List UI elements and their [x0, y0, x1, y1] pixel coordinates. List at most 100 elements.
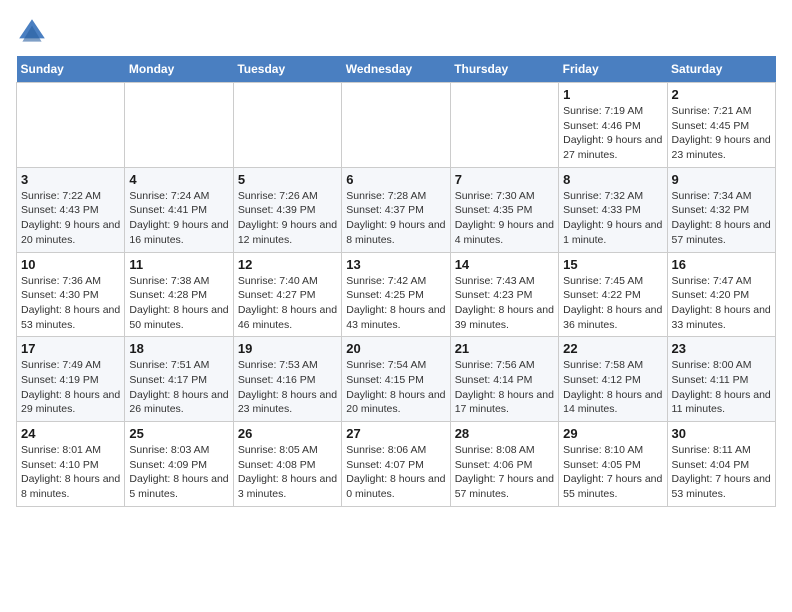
- calendar-cell: 22 Sunrise: 7:58 AM Sunset: 4:12 PM Dayli…: [559, 337, 667, 422]
- day-number: 5: [238, 172, 337, 187]
- day-info: Sunrise: 8:06 AM Sunset: 4:07 PM Dayligh…: [346, 443, 445, 502]
- day-number: 30: [672, 426, 771, 441]
- day-number: 12: [238, 257, 337, 272]
- day-number: 24: [21, 426, 120, 441]
- calendar-cell: 14Sunrise: 7:43 AM Sunset: 4:23 PM Dayli…: [450, 252, 558, 337]
- day-number: 7: [455, 172, 554, 187]
- day-info: Sunrise: 7:38 AM Sunset: 4:28 PM Dayligh…: [129, 274, 228, 333]
- day-info: Sunrise: 7:49 AM Sunset: 4:19 PM Dayligh…: [21, 358, 120, 417]
- calendar-day-header: Monday: [125, 56, 233, 83]
- calendar-cell: 25Sunrise: 8:03 AM Sunset: 4:09 PM Dayli…: [125, 422, 233, 507]
- day-info: Sunrise: 8:11 AM Sunset: 4:04 PM Dayligh…: [672, 443, 771, 502]
- day-number: 13: [346, 257, 445, 272]
- calendar-cell: 27 Sunrise: 8:06 AM Sunset: 4:07 PM Dayli…: [342, 422, 450, 507]
- calendar-cell: 29 Sunrise: 8:10 AM Sunset: 4:05 PM Dayli…: [559, 422, 667, 507]
- day-info: Sunrise: 7:32 AM Sunset: 4:33 PM Dayligh…: [563, 189, 662, 248]
- day-info: Sunrise: 7:45 AM Sunset: 4:22 PM Dayligh…: [563, 274, 662, 333]
- day-info: Sunrise: 7:40 AM Sunset: 4:27 PM Dayligh…: [238, 274, 337, 333]
- calendar-cell: 6 Sunrise: 7:28 AM Sunset: 4:37 PM Daylig…: [342, 167, 450, 252]
- calendar-cell: 28 Sunrise: 8:08 AM Sunset: 4:06 PM Dayli…: [450, 422, 558, 507]
- calendar-cell: 11 Sunrise: 7:38 AM Sunset: 4:28 PM Dayli…: [125, 252, 233, 337]
- calendar-cell: [125, 83, 233, 168]
- logo: [16, 16, 52, 48]
- day-number: 6: [346, 172, 445, 187]
- calendar-cell: 17 Sunrise: 7:49 AM Sunset: 4:19 PM Dayli…: [17, 337, 125, 422]
- calendar-day-header: Saturday: [667, 56, 775, 83]
- day-info: Sunrise: 7:28 AM Sunset: 4:37 PM Dayligh…: [346, 189, 445, 248]
- day-number: 10: [21, 257, 120, 272]
- day-number: 27: [346, 426, 445, 441]
- day-number: 4: [129, 172, 228, 187]
- day-number: 8: [563, 172, 662, 187]
- day-number: 23: [672, 341, 771, 356]
- day-number: 18: [129, 341, 228, 356]
- calendar-cell: 10 Sunrise: 7:36 AM Sunset: 4:30 PM Dayli…: [17, 252, 125, 337]
- day-info: Sunrise: 7:22 AM Sunset: 4:43 PM Dayligh…: [21, 189, 120, 248]
- day-number: 19: [238, 341, 337, 356]
- day-info: Sunrise: 7:26 AM Sunset: 4:39 PM Dayligh…: [238, 189, 337, 248]
- calendar-day-header: Sunday: [17, 56, 125, 83]
- day-number: 22: [563, 341, 662, 356]
- day-number: 2: [672, 87, 771, 102]
- day-info: Sunrise: 7:56 AM Sunset: 4:14 PM Dayligh…: [455, 358, 554, 417]
- day-number: 9: [672, 172, 771, 187]
- calendar-cell: 7 Sunrise: 7:30 AM Sunset: 4:35 PM Daylig…: [450, 167, 558, 252]
- calendar-cell: 13Sunrise: 7:42 AM Sunset: 4:25 PM Dayli…: [342, 252, 450, 337]
- calendar-cell: 8 Sunrise: 7:32 AM Sunset: 4:33 PM Daylig…: [559, 167, 667, 252]
- calendar-cell: [450, 83, 558, 168]
- calendar-cell: 12 Sunrise: 7:40 AM Sunset: 4:27 PM Dayli…: [233, 252, 341, 337]
- calendar-cell: 9 Sunrise: 7:34 AM Sunset: 4:32 PM Daylig…: [667, 167, 775, 252]
- day-info: Sunrise: 7:21 AM Sunset: 4:45 PM Dayligh…: [672, 104, 771, 163]
- calendar-cell: 16Sunrise: 7:47 AM Sunset: 4:20 PM Dayli…: [667, 252, 775, 337]
- day-info: Sunrise: 7:34 AM Sunset: 4:32 PM Dayligh…: [672, 189, 771, 248]
- day-number: 3: [21, 172, 120, 187]
- day-info: Sunrise: 8:10 AM Sunset: 4:05 PM Dayligh…: [563, 443, 662, 502]
- calendar-day-header: Thursday: [450, 56, 558, 83]
- day-number: 28: [455, 426, 554, 441]
- calendar-day-header: Friday: [559, 56, 667, 83]
- calendar-cell: 26Sunrise: 8:05 AM Sunset: 4:08 PM Dayli…: [233, 422, 341, 507]
- calendar-cell: 19 Sunrise: 7:53 AM Sunset: 4:16 PM Dayli…: [233, 337, 341, 422]
- day-number: 26: [238, 426, 337, 441]
- calendar-table: SundayMondayTuesdayWednesdayThursdayFrid…: [16, 56, 776, 507]
- calendar-cell: 2 Sunrise: 7:21 AM Sunset: 4:45 PM Daylig…: [667, 83, 775, 168]
- calendar-cell: [233, 83, 341, 168]
- day-number: 17: [21, 341, 120, 356]
- day-info: Sunrise: 7:36 AM Sunset: 4:30 PM Dayligh…: [21, 274, 120, 333]
- calendar-week-row: 24 Sunrise: 8:01 AM Sunset: 4:10 PM Dayli…: [17, 422, 776, 507]
- day-info: Sunrise: 7:58 AM Sunset: 4:12 PM Dayligh…: [563, 358, 662, 417]
- calendar-cell: 24 Sunrise: 8:01 AM Sunset: 4:10 PM Dayli…: [17, 422, 125, 507]
- calendar-day-header: Wednesday: [342, 56, 450, 83]
- calendar-cell: 5 Sunrise: 7:26 AM Sunset: 4:39 PM Daylig…: [233, 167, 341, 252]
- day-info: Sunrise: 7:24 AM Sunset: 4:41 PM Dayligh…: [129, 189, 228, 248]
- day-info: Sunrise: 7:30 AM Sunset: 4:35 PM Dayligh…: [455, 189, 554, 248]
- day-number: 1: [563, 87, 662, 102]
- calendar-cell: 23 Sunrise: 8:00 AM Sunset: 4:11 PM Dayli…: [667, 337, 775, 422]
- calendar-week-row: 10 Sunrise: 7:36 AM Sunset: 4:30 PM Dayli…: [17, 252, 776, 337]
- calendar-cell: 30 Sunrise: 8:11 AM Sunset: 4:04 PM Dayli…: [667, 422, 775, 507]
- day-info: Sunrise: 7:19 AM Sunset: 4:46 PM Dayligh…: [563, 104, 662, 163]
- calendar-cell: [342, 83, 450, 168]
- day-number: 20: [346, 341, 445, 356]
- day-info: Sunrise: 8:00 AM Sunset: 4:11 PM Dayligh…: [672, 358, 771, 417]
- calendar-cell: [17, 83, 125, 168]
- day-info: Sunrise: 7:53 AM Sunset: 4:16 PM Dayligh…: [238, 358, 337, 417]
- calendar-header-row: SundayMondayTuesdayWednesdayThursdayFrid…: [17, 56, 776, 83]
- day-number: 21: [455, 341, 554, 356]
- calendar-cell: 20Sunrise: 7:54 AM Sunset: 4:15 PM Dayli…: [342, 337, 450, 422]
- day-info: Sunrise: 8:08 AM Sunset: 4:06 PM Dayligh…: [455, 443, 554, 502]
- day-number: 15: [563, 257, 662, 272]
- day-number: 25: [129, 426, 228, 441]
- calendar-cell: 18Sunrise: 7:51 AM Sunset: 4:17 PM Dayli…: [125, 337, 233, 422]
- page-header: [16, 16, 776, 48]
- calendar-cell: 21 Sunrise: 7:56 AM Sunset: 4:14 PM Dayli…: [450, 337, 558, 422]
- calendar-cell: 1 Sunrise: 7:19 AM Sunset: 4:46 PM Daylig…: [559, 83, 667, 168]
- day-info: Sunrise: 7:43 AM Sunset: 4:23 PM Dayligh…: [455, 274, 554, 333]
- day-number: 11: [129, 257, 228, 272]
- logo-icon: [16, 16, 48, 48]
- day-info: Sunrise: 8:01 AM Sunset: 4:10 PM Dayligh…: [21, 443, 120, 502]
- day-number: 29: [563, 426, 662, 441]
- calendar-cell: 15 Sunrise: 7:45 AM Sunset: 4:22 PM Dayli…: [559, 252, 667, 337]
- calendar-week-row: 17 Sunrise: 7:49 AM Sunset: 4:19 PM Dayli…: [17, 337, 776, 422]
- calendar-cell: 4 Sunrise: 7:24 AM Sunset: 4:41 PM Daylig…: [125, 167, 233, 252]
